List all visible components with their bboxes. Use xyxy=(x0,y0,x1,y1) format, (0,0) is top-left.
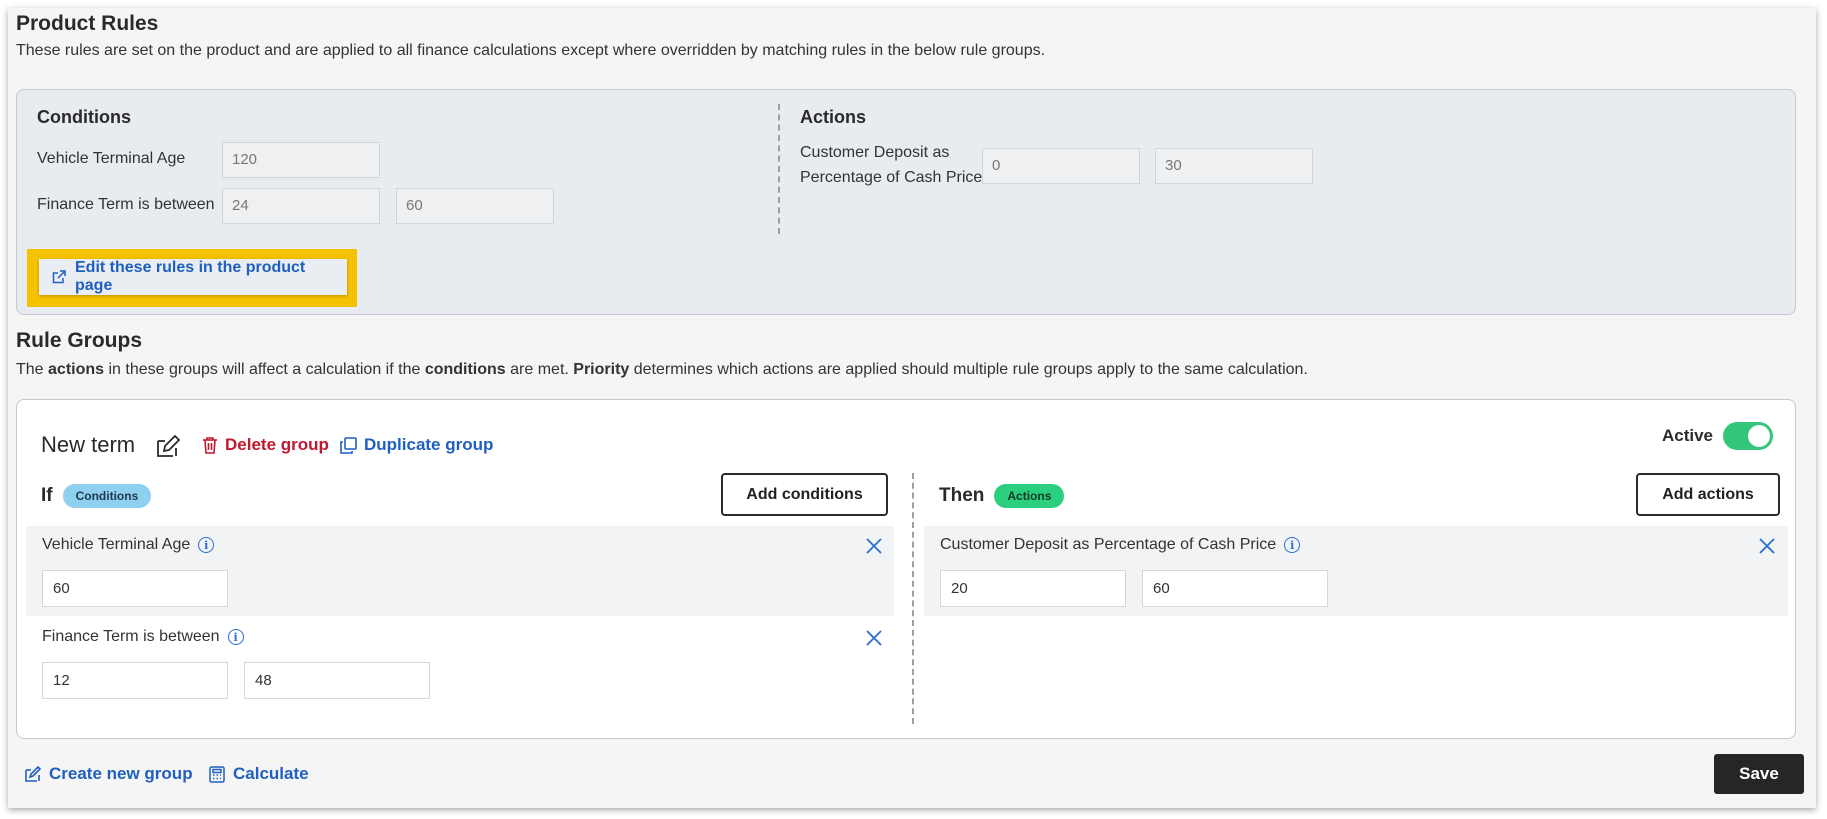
desc-text: in these groups will affect a calculatio… xyxy=(104,361,425,378)
rule-groups-title: Rule Groups xyxy=(16,329,143,352)
desc-text: are met. xyxy=(505,361,574,378)
action-label: Customer Deposit as Percentage of Cash P… xyxy=(940,536,1301,554)
info-icon[interactable]: i xyxy=(198,537,215,553)
product-condition-label: Vehicle Terminal Age xyxy=(37,150,186,167)
close-icon[interactable] xyxy=(1757,536,1777,556)
duplicate-group-label: Duplicate group xyxy=(364,435,494,454)
vehicle-age-input[interactable]: 60 xyxy=(42,570,228,607)
term-min-input[interactable]: 12 xyxy=(42,662,228,699)
edit-icon xyxy=(25,765,41,782)
action-label-text: Customer Deposit as Percentage of Cash P… xyxy=(940,536,1277,553)
term-max-input[interactable]: 48 xyxy=(244,662,430,699)
product-vehicle-age-field: 120 xyxy=(222,142,380,178)
group-divider xyxy=(912,473,914,724)
actions-badge: Actions xyxy=(994,484,1065,508)
rule-groups-description: The actions in these groups will affect … xyxy=(16,361,1308,379)
desc-bold: conditions xyxy=(424,361,506,378)
active-toggle[interactable] xyxy=(1723,422,1773,450)
then-label: Then xyxy=(939,485,985,506)
desc-text: The xyxy=(16,361,49,378)
condition-label-text: Vehicle Terminal Age xyxy=(42,536,191,553)
active-toggle-wrap: Active xyxy=(1662,422,1773,450)
duplicate-icon xyxy=(340,436,357,454)
delete-group-label: Delete group xyxy=(225,435,329,454)
edit-product-rules-link[interactable]: Edit these rules in the product page xyxy=(39,259,347,295)
add-conditions-button[interactable]: Add conditions xyxy=(721,473,888,516)
edit-product-rules-label: Edit these rules in the product page xyxy=(75,259,306,294)
action-row: Customer Deposit as Percentage of Cash P… xyxy=(924,526,1788,616)
desc-bold: actions xyxy=(48,361,105,378)
group-name: New term xyxy=(41,432,135,458)
save-button[interactable]: Save xyxy=(1714,754,1804,794)
group-name-text: New term xyxy=(41,432,136,457)
add-actions-button[interactable]: Add actions xyxy=(1636,473,1780,516)
condition-label-text: Finance Term is between xyxy=(42,628,220,645)
product-rules-title: Product Rules xyxy=(16,12,159,35)
trash-icon xyxy=(203,437,217,454)
desc-bold: Priority xyxy=(573,361,630,378)
condition-label: Vehicle Terminal Age i xyxy=(42,536,215,554)
product-condition-label: Finance Term is between xyxy=(37,196,215,213)
active-label: Active xyxy=(1661,426,1713,445)
condition-row: Vehicle Terminal Age i 60 xyxy=(26,526,894,616)
product-term-max-field: 60 xyxy=(396,188,554,224)
external-edit-icon xyxy=(52,270,66,284)
conditions-heading: Conditions xyxy=(37,107,131,127)
delete-group-button[interactable]: Delete group xyxy=(202,435,329,455)
rules-page: Product Rules These rules are set on the… xyxy=(8,8,1816,808)
product-rules-description: These rules are set on the product and a… xyxy=(16,42,1046,59)
panel-divider xyxy=(778,104,780,234)
duplicate-group-button[interactable]: Duplicate group xyxy=(340,435,493,455)
info-icon[interactable]: i xyxy=(1284,537,1301,553)
product-term-min-field: 24 xyxy=(222,188,380,224)
deposit-min-input[interactable]: 20 xyxy=(940,570,1126,607)
close-icon[interactable] xyxy=(864,628,884,648)
condition-label: Finance Term is between i xyxy=(42,628,244,646)
rule-group-card: New term Delete group Duplicate group Ac… xyxy=(16,399,1796,739)
rename-pencil-icon[interactable] xyxy=(154,434,180,460)
if-label: If xyxy=(41,485,53,506)
toggle-knob xyxy=(1748,425,1770,447)
deposit-max-input[interactable]: 60 xyxy=(1142,570,1328,607)
calculator-icon xyxy=(209,765,225,783)
if-header: If Conditions xyxy=(41,484,152,508)
conditions-badge: Conditions xyxy=(62,484,152,508)
calculate-button[interactable]: Calculate xyxy=(209,764,309,784)
actions-heading: Actions xyxy=(800,107,867,127)
create-new-group-label: Create new group xyxy=(49,764,193,783)
product-deposit-min-field: 0 xyxy=(982,148,1140,184)
close-icon[interactable] xyxy=(864,536,884,556)
product-deposit-max-field: 30 xyxy=(1155,148,1313,184)
highlight-box: Edit these rules in the product page xyxy=(27,249,357,307)
product-action-label-line2: Percentage of Cash Price xyxy=(800,169,983,186)
product-action-label-line1: Customer Deposit as xyxy=(800,144,950,161)
then-header: Then Actions xyxy=(939,484,1065,508)
calculate-label: Calculate xyxy=(233,764,309,783)
condition-row: Finance Term is between i 12 48 xyxy=(26,618,894,708)
desc-text: determines which actions are applied sho… xyxy=(629,361,1308,378)
create-new-group-button[interactable]: Create new group xyxy=(24,764,193,784)
info-icon[interactable]: i xyxy=(227,629,244,645)
